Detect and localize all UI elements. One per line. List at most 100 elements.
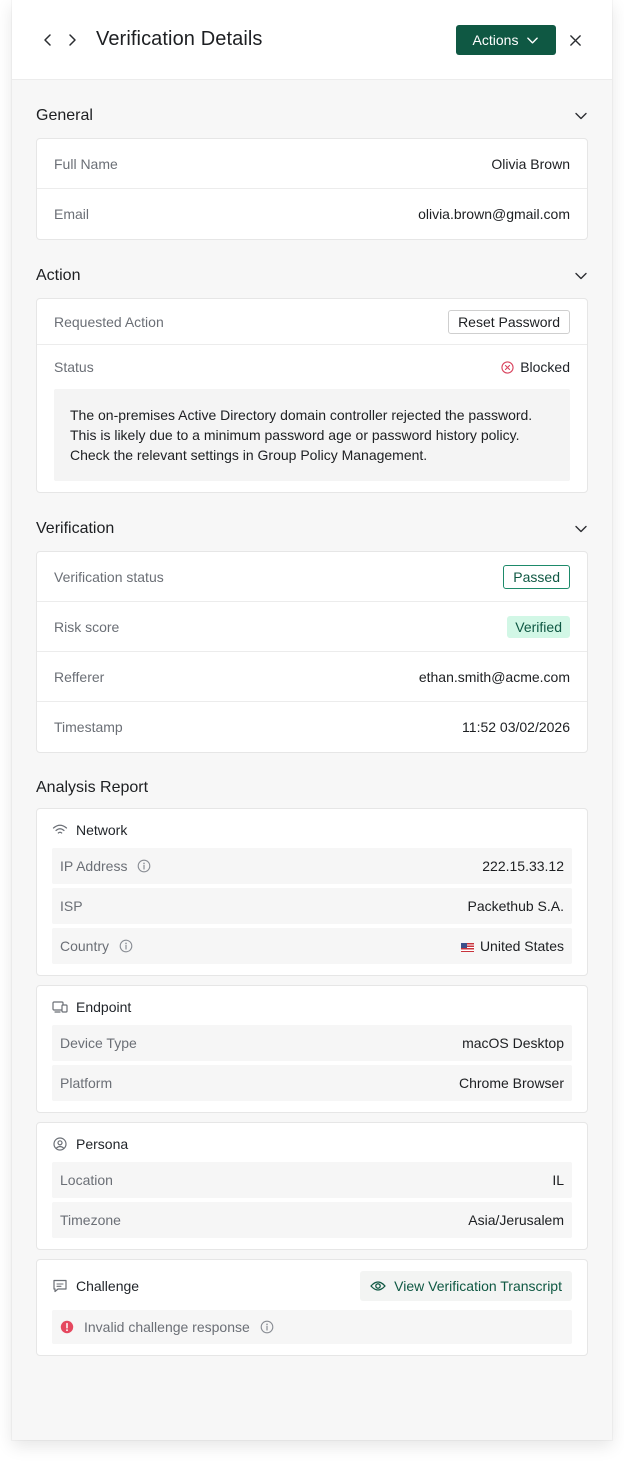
view-transcript-label: View Verification Transcript (394, 1278, 562, 1294)
info-icon[interactable] (260, 1320, 274, 1334)
device-type-value: macOS Desktop (462, 1035, 564, 1051)
info-icon[interactable] (119, 939, 133, 953)
requested-action-label: Requested Action (54, 313, 164, 330)
alert-icon (60, 1320, 74, 1334)
status-label: Status (54, 359, 94, 375)
status-message: The on-premises Active Directory domain … (54, 389, 570, 481)
full-name-row: Full Name Olivia Brown (37, 139, 587, 189)
action-section-header[interactable]: Action (36, 264, 588, 288)
previous-button[interactable] (36, 28, 60, 52)
us-flag-icon (460, 942, 474, 952)
page-title: Verification Details (96, 28, 263, 50)
country-label: Country (60, 938, 110, 954)
status-row: Status Blocked (54, 345, 570, 389)
info-icon[interactable] (137, 859, 151, 873)
view-transcript-button[interactable]: View Verification Transcript (360, 1271, 572, 1301)
email-row: Email olivia.brown@gmail.com (37, 189, 587, 239)
platform-row: Platform Chrome Browser (52, 1065, 572, 1101)
ip-address-row: IP Address 222.15.33.12 (52, 848, 572, 884)
user-circle-icon (53, 1137, 67, 1151)
platform-value: Chrome Browser (458, 1075, 564, 1091)
chevron-down-icon (527, 36, 539, 44)
isp-value: Packethub S.A. (467, 898, 564, 914)
challenge-title: Challenge (76, 1278, 140, 1294)
isp-row: ISP Packethub S.A. (52, 888, 572, 924)
status-text: Blocked (520, 359, 570, 375)
email-label: Email (54, 206, 90, 222)
general-section-header[interactable]: General (36, 104, 588, 128)
timezone-value: Asia/Jerusalem (468, 1212, 564, 1228)
requested-action-row: Requested Action Reset Password (37, 299, 587, 345)
general-section-title: General (36, 107, 93, 124)
persona-card: Persona Location IL Timezone Asia/Jerusa… (36, 1122, 588, 1250)
location-value: IL (552, 1172, 564, 1188)
timezone-label: Timezone (60, 1212, 121, 1228)
persona-rows: Location IL Timezone Asia/Jerusalem (52, 1162, 572, 1238)
risk-score-row: Risk score Verified (37, 602, 587, 652)
ip-address-value: 222.15.33.12 (482, 858, 564, 874)
device-type-label: Device Type (60, 1035, 137, 1051)
risk-score-badge: Verified (507, 615, 570, 638)
wifi-icon (52, 824, 68, 834)
timestamp-label: Timestamp (54, 719, 123, 735)
panel-content: General Full Name Olivia Brown Email oli… (12, 104, 612, 1356)
email-value: olivia.brown@gmail.com (418, 206, 570, 222)
chevron-down-icon (575, 272, 587, 280)
location-label: Location (60, 1172, 113, 1188)
eye-icon (370, 1281, 386, 1291)
verification-status-row: Verification status Passed (37, 552, 587, 602)
close-icon (569, 34, 581, 46)
analysis-section-header: Analysis Report (36, 776, 588, 800)
actions-dropdown-button[interactable]: Actions (456, 25, 556, 55)
devices-icon (52, 1001, 68, 1013)
isp-label: ISP (60, 898, 83, 914)
endpoint-card: Endpoint Device Type macOS Desktop Platf… (36, 985, 588, 1113)
analysis-section-title: Analysis Report (36, 779, 149, 796)
platform-label: Platform (60, 1075, 113, 1091)
chevron-left-icon (44, 33, 51, 46)
verification-details-panel: Verification Details Actions General Ful… (12, 0, 612, 1440)
full-name-label: Full Name (54, 155, 118, 172)
timestamp-value: 11:52 03/02/2026 (462, 719, 570, 735)
x-circle-icon (501, 360, 514, 374)
next-button[interactable] (60, 28, 84, 52)
full-name-value: Olivia Brown (491, 155, 570, 172)
referrer-label: Refferer (54, 668, 105, 685)
network-header: Network (52, 819, 572, 841)
actions-label: Actions (472, 32, 519, 48)
referrer-value: ethan.smith@acme.com (418, 668, 570, 685)
ip-address-label: IP Address (60, 858, 128, 874)
network-title: Network (76, 822, 128, 838)
location-row: Location IL (52, 1162, 572, 1198)
chevron-right-icon (69, 33, 76, 46)
persona-title: Persona (76, 1136, 129, 1152)
timezone-row: Timezone Asia/Jerusalem (52, 1202, 572, 1238)
country-row: Country United States (52, 928, 572, 964)
challenge-error-text: Invalid challenge response (84, 1319, 250, 1335)
referrer-row: Refferer ethan.smith@acme.com (37, 652, 587, 702)
panel-header: Verification Details Actions (12, 0, 612, 80)
country-value-wrap: United States (460, 938, 564, 954)
challenge-card: Challenge View Verification Transcript I… (36, 1259, 588, 1356)
verification-card: Verification status Passed Risk score Ve… (36, 551, 588, 753)
verification-section-title: Verification (36, 520, 115, 537)
requested-action-badge: Reset Password (448, 309, 570, 334)
chevron-down-icon (575, 525, 587, 533)
close-button[interactable] (565, 30, 585, 50)
action-section-title: Action (36, 267, 81, 284)
endpoint-rows: Device Type macOS Desktop Platform Chrom… (52, 1025, 572, 1101)
general-card: Full Name Olivia Brown Email olivia.brow… (36, 138, 588, 240)
network-rows: IP Address 222.15.33.12 ISP Packethub S.… (52, 848, 572, 964)
verification-status-label: Verification status (54, 568, 164, 585)
message-icon (53, 1279, 67, 1293)
status-block: Status Blocked The on-premises Active Di… (37, 345, 587, 492)
endpoint-header: Endpoint (52, 996, 572, 1018)
device-type-row: Device Type macOS Desktop (52, 1025, 572, 1061)
status-value: Blocked (501, 359, 570, 375)
challenge-error-row: Invalid challenge response (52, 1310, 572, 1344)
country-value: United States (479, 938, 564, 954)
verification-section-header[interactable]: Verification (36, 517, 588, 541)
challenge-header: Challenge View Verification Transcript (52, 1271, 572, 1301)
timestamp-row: Timestamp 11:52 03/02/2026 (37, 702, 587, 752)
risk-score-label: Risk score (54, 618, 120, 635)
